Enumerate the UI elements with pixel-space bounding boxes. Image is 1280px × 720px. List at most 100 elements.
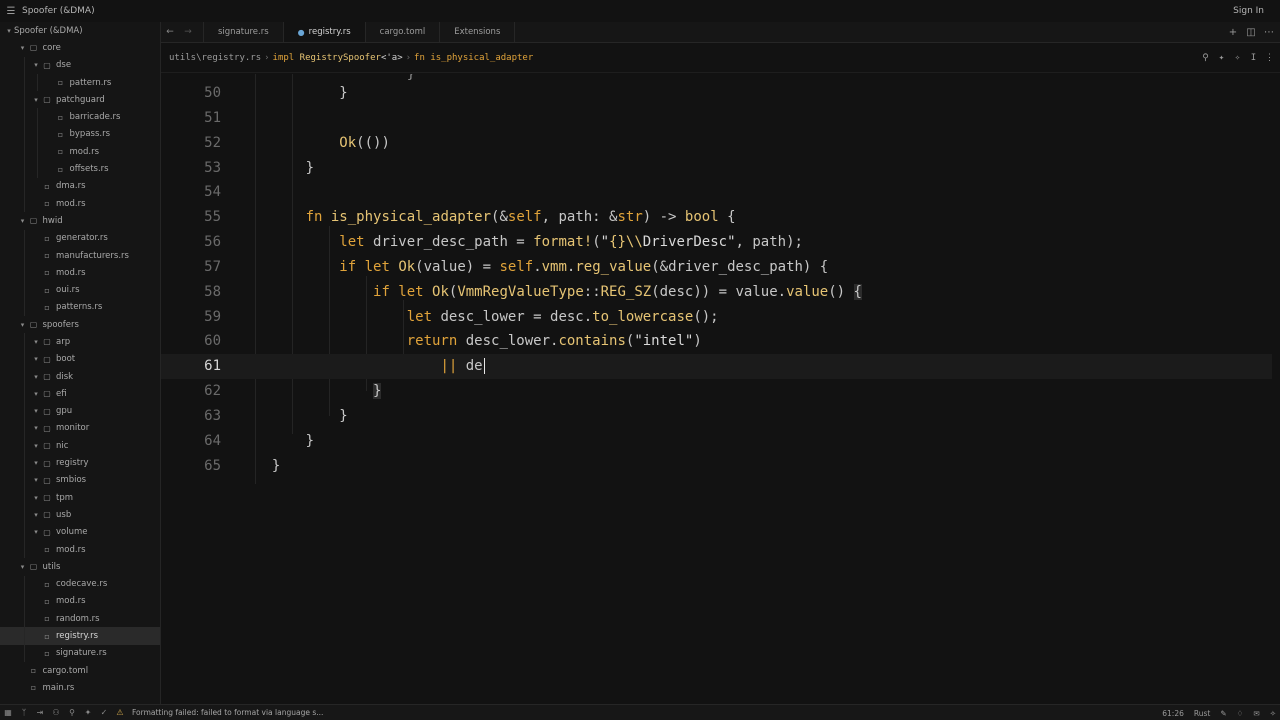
editor-scrollbar[interactable]	[1272, 74, 1280, 704]
tree-folder[interactable]: ▾ ▢ boot	[0, 350, 160, 368]
tree-folder[interactable]: ▾ ▢ gpu	[0, 402, 160, 420]
tree-file[interactable]: ▫ cargo.toml	[0, 662, 160, 679]
code-line: 52 Ok(())	[161, 131, 1280, 156]
tree-file[interactable]: ▫ oui.rs	[0, 281, 160, 299]
tree-folder[interactable]: ▾ ▢ utils	[0, 558, 160, 575]
terminal-icon[interactable]: ⇥	[32, 708, 48, 717]
file-icon: ▫	[44, 302, 50, 312]
tree-folder[interactable]: ▾ ▢ spoofers	[0, 316, 160, 333]
breadcrumb-separator-icon: ›	[264, 52, 270, 63]
sign-in-button[interactable]: Sign In	[1233, 0, 1264, 22]
more-icon[interactable]: ⋯	[1262, 27, 1276, 38]
chevron-down-icon: ▾	[34, 476, 38, 485]
panel-toggle-icon[interactable]: ▦	[0, 708, 16, 717]
tree-folder[interactable]: ▾ ▢ efi	[0, 385, 160, 403]
breadcrumb: utils\registry.rs › impl RegistrySpoofer…	[161, 43, 1280, 73]
more-icon[interactable]: ⋮	[1263, 53, 1276, 63]
tree-file[interactable]: ▫ manufacturers.rs	[0, 246, 160, 265]
chevron-down-icon: ▾	[34, 61, 38, 70]
code-editor[interactable]: } 50 } 51 52 Ok(()) 53 } 54 55 fn is_phy…	[161, 74, 1280, 704]
line-number: 63	[204, 408, 221, 425]
format-icon[interactable]: ✎	[1220, 709, 1226, 718]
git-branch-icon[interactable]: ᛉ	[16, 708, 32, 717]
tree-folder[interactable]: ▾ ▢ patchguard	[0, 91, 160, 109]
users-icon[interactable]: ⚇	[48, 708, 64, 717]
assistant-icon[interactable]: ✧	[1270, 709, 1276, 718]
status-message[interactable]: Formatting failed: failed to format via …	[132, 708, 323, 717]
search-icon[interactable]: ⚲	[64, 708, 80, 717]
sparkle-icon[interactable]: ✧	[1231, 53, 1244, 63]
ai-icon[interactable]: ✦	[80, 708, 96, 717]
tab-extensions[interactable]: Extensions	[439, 22, 516, 42]
tree-file[interactable]: ▫ pattern.rs	[0, 73, 160, 92]
breadcrumb-impl-type[interactable]: RegistrySpoofer	[300, 53, 381, 63]
tree-file[interactable]: ▫ codecave.rs	[0, 575, 160, 593]
line-number: 60	[204, 333, 221, 350]
folder-icon: ▢	[43, 372, 51, 382]
tree-folder[interactable]: ▾ ▢ dse	[0, 56, 160, 74]
cursor-icon[interactable]: I	[1247, 53, 1260, 63]
tree-folder[interactable]: ▾ ▢ arp	[0, 333, 160, 351]
tree-file[interactable]: ▫ patterns.rs	[0, 298, 160, 317]
tree-folder[interactable]: ▾ ▢ registry	[0, 454, 160, 472]
chevron-down-icon: ▾	[34, 372, 38, 381]
file-icon: ▫	[44, 233, 50, 243]
tree-file[interactable]: ▫ mod.rs	[0, 143, 160, 161]
line-number: 57	[204, 259, 221, 276]
tree-file[interactable]: ▫ bypass.rs	[0, 125, 160, 144]
tree-folder[interactable]: ▾ ▢ nic	[0, 437, 160, 455]
tree-indent-guide	[23, 298, 25, 317]
bell-icon[interactable]: ♢	[1237, 709, 1244, 718]
tree-file[interactable]: ▫ mod.rs	[0, 592, 160, 611]
split-pane-icon[interactable]: ◫	[1244, 27, 1258, 38]
chat-icon[interactable]: ✉	[1253, 709, 1259, 718]
tree-file[interactable]: ▫ mod.rs	[0, 264, 160, 282]
tree-folder[interactable]: ▾ ▢ core	[0, 39, 160, 56]
tree-file[interactable]: ▫ generator.rs	[0, 229, 160, 247]
tree-file[interactable]: ▫ dma.rs	[0, 177, 160, 195]
warning-icon[interactable]: ⚠	[112, 708, 128, 717]
file-icon: ▫	[44, 579, 50, 589]
status-bar: ▦ ᛉ ⇥ ⚇ ⚲ ✦ ✓ ⚠ Formatting failed: faile…	[0, 704, 1280, 720]
language-selector[interactable]: Rust	[1194, 709, 1210, 718]
back-arrow-icon[interactable]: ←	[161, 22, 179, 42]
tree-file[interactable]: ▫ main.rs	[0, 679, 160, 696]
tree-file[interactable]: ▫ registry.rs	[0, 627, 160, 645]
tree-indent-guide	[23, 385, 25, 403]
tree-file[interactable]: ▫ random.rs	[0, 610, 160, 628]
tree-item-label: patchguard	[56, 94, 105, 105]
wand-icon[interactable]: ✦	[1215, 53, 1228, 63]
file-icon: ▫	[44, 648, 50, 658]
tree-file[interactable]: ▫ signature.rs	[0, 644, 160, 662]
cursor-position[interactable]: 61:26	[1162, 709, 1184, 718]
forward-arrow-icon[interactable]: →	[179, 22, 197, 42]
breadcrumb-fn-name[interactable]: is_physical_adapter	[430, 53, 533, 63]
tree-item-label: arp	[56, 336, 71, 347]
tree-file[interactable]: ▫ barricade.rs	[0, 108, 160, 126]
tree-root[interactable]: ▾ Spoofer (&DMA)	[0, 22, 160, 39]
search-icon[interactable]: ⚲	[1199, 53, 1212, 63]
tab-registry[interactable]: ● registry.rs	[282, 22, 365, 42]
tree-item-label: efi	[56, 388, 67, 399]
tab-cargo[interactable]: cargo.toml	[364, 22, 440, 42]
code-line: 60 return desc_lower.contains("intel")	[161, 329, 1280, 354]
file-icon: ▫	[44, 199, 50, 209]
tab-signature[interactable]: signature.rs	[203, 22, 283, 42]
plus-icon[interactable]: +	[1226, 27, 1240, 38]
tree-indent-guide	[23, 540, 25, 559]
tree-folder[interactable]: ▾ ▢ smbios	[0, 471, 160, 490]
line-number: 54	[204, 184, 221, 201]
tree-folder[interactable]: ▾ ▢ disk	[0, 367, 160, 386]
tree-file[interactable]: ▫ offsets.rs	[0, 160, 160, 178]
tree-file[interactable]: ▫ mod.rs	[0, 540, 160, 559]
tree-folder[interactable]: ▾ ▢ monitor	[0, 419, 160, 438]
menu-icon[interactable]: ☰	[0, 0, 22, 22]
tree-item-label: mod.rs	[69, 146, 100, 157]
tree-folder[interactable]: ▾ ▢ usb	[0, 506, 160, 524]
tree-folder[interactable]: ▾ ▢ tpm	[0, 489, 160, 507]
tree-folder[interactable]: ▾ ▢ volume	[0, 523, 160, 541]
breadcrumb-path[interactable]: utils\registry.rs	[169, 53, 261, 63]
tree-file[interactable]: ▫ mod.rs	[0, 194, 160, 213]
tree-folder[interactable]: ▾ ▢ hwid	[0, 212, 160, 229]
check-icon[interactable]: ✓	[96, 708, 112, 717]
